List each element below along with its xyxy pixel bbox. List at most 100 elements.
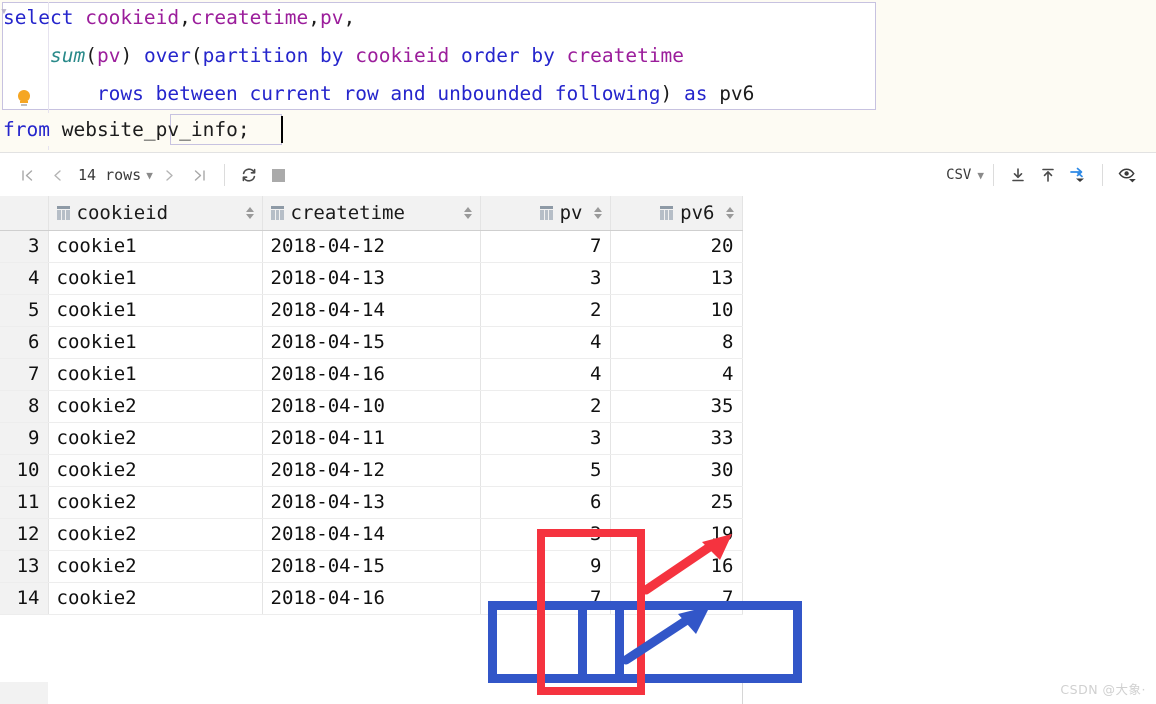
sql-token: , — [343, 6, 356, 29]
row-number-cell[interactable]: 12 — [0, 518, 49, 551]
table-row[interactable]: 9 cookie2 2018-04-11 3 33 — [0, 422, 743, 455]
cell-pv6[interactable]: 13 — [610, 262, 743, 295]
row-number-cell[interactable]: 3 — [0, 230, 49, 263]
row-number-cell[interactable]: 7 — [0, 358, 49, 391]
sort-arrows-icon[interactable] — [245, 206, 254, 219]
table-row[interactable]: 4 cookie1 2018-04-13 3 13 — [0, 262, 743, 295]
cell-createtime[interactable]: 2018-04-12 — [262, 454, 481, 487]
header-cookieid[interactable]: cookieid — [48, 196, 263, 231]
cell-pv[interactable]: 7 — [480, 230, 611, 263]
cell-pv[interactable]: 4 — [480, 358, 611, 391]
download-icon[interactable] — [1003, 160, 1033, 190]
column-icon — [270, 205, 284, 220]
eye-icon[interactable] — [1112, 160, 1142, 190]
cell-createtime[interactable]: 2018-04-14 — [262, 294, 481, 327]
cell-pv6[interactable]: 35 — [610, 390, 743, 423]
table-row[interactable]: 6 cookie1 2018-04-15 4 8 — [0, 326, 743, 359]
cell-cookieid[interactable]: cookie2 — [48, 390, 263, 423]
cell-createtime[interactable]: 2018-04-10 — [262, 390, 481, 423]
sort-arrows-icon[interactable] — [593, 206, 602, 219]
toolbar-divider-1 — [223, 164, 225, 186]
sql-line-3[interactable]: rows between current row and unbounded f… — [3, 84, 755, 104]
row-number-cell[interactable]: 9 — [0, 422, 49, 455]
cell-cookieid[interactable]: cookie2 — [48, 582, 263, 615]
cell-pv[interactable]: 2 — [480, 294, 611, 327]
table-row[interactable]: 7 cookie1 2018-04-16 4 4 — [0, 358, 743, 391]
cell-cookieid[interactable]: cookie2 — [48, 518, 263, 551]
cell-pv6[interactable]: 10 — [610, 294, 743, 327]
sort-arrows-icon[interactable] — [725, 206, 734, 219]
cell-cookieid[interactable]: cookie1 — [48, 326, 263, 359]
transpose-icon[interactable] — [1063, 160, 1093, 190]
cell-pv[interactable]: 2 — [480, 390, 611, 423]
cell-cookieid[interactable]: cookie2 — [48, 422, 263, 455]
cell-createtime[interactable]: 2018-04-15 — [262, 326, 481, 359]
stop-icon[interactable] — [264, 160, 294, 190]
cell-pv6[interactable]: 25 — [610, 486, 743, 519]
cell-pv6[interactable]: 30 — [610, 454, 743, 487]
table-row[interactable]: 10 cookie2 2018-04-12 5 30 — [0, 454, 743, 487]
cell-cookieid[interactable]: cookie2 — [48, 454, 263, 487]
row-number-cell[interactable]: 4 — [0, 262, 49, 295]
cell-createtime[interactable]: 2018-04-16 — [262, 582, 481, 615]
next-page-icon[interactable] — [155, 160, 185, 190]
last-page-icon[interactable] — [185, 160, 215, 190]
row-number-cell[interactable]: 13 — [0, 550, 49, 583]
cell-cookieid[interactable]: cookie1 — [48, 262, 263, 295]
table-row[interactable]: 11 cookie2 2018-04-13 6 25 — [0, 486, 743, 519]
header-createtime[interactable]: createtime — [262, 196, 481, 231]
sql-line-4[interactable]: from website_pv_info; — [3, 120, 250, 140]
cell-pv6[interactable]: 8 — [610, 326, 743, 359]
cell-pv[interactable]: 4 — [480, 326, 611, 359]
row-number-cell[interactable]: 8 — [0, 390, 49, 423]
sql-editor[interactable]: ▾ ▾ select cookieid,createtime,pv, sum(p… — [0, 0, 1156, 152]
cell-createtime[interactable]: 2018-04-15 — [262, 550, 481, 583]
sql-line-2[interactable]: sum(pv) over(partition by cookieid order… — [3, 46, 684, 66]
cell-createtime[interactable]: 2018-04-11 — [262, 422, 481, 455]
table-row[interactable]: 8 cookie2 2018-04-10 2 35 — [0, 390, 743, 423]
cell-pv[interactable]: 5 — [480, 454, 611, 487]
cell-pv6[interactable]: 4 — [610, 358, 743, 391]
cell-createtime[interactable]: 2018-04-13 — [262, 262, 481, 295]
table-row[interactable]: 3 cookie1 2018-04-12 7 20 — [0, 230, 743, 263]
cell-pv[interactable]: 6 — [480, 486, 611, 519]
cell-createtime[interactable]: 2018-04-14 — [262, 518, 481, 551]
cell-cookieid[interactable]: cookie1 — [48, 230, 263, 263]
row-number-cell[interactable]: 5 — [0, 294, 49, 327]
row-number-cell[interactable]: 6 — [0, 326, 49, 359]
row-count-dropdown[interactable]: 14 rows ▼ — [72, 166, 155, 184]
cell-pv[interactable]: 3 — [480, 422, 611, 455]
sql-line-1[interactable]: select cookieid,createtime,pv, — [3, 8, 355, 28]
cell-pv[interactable]: 3 — [480, 262, 611, 295]
cell-pv6[interactable]: 20 — [610, 230, 743, 263]
header-pv[interactable]: pv — [480, 196, 611, 231]
upload-icon[interactable] — [1033, 160, 1063, 190]
header-rownum — [0, 196, 49, 231]
cell-cookieid[interactable]: cookie2 — [48, 486, 263, 519]
row-number-cell[interactable]: 10 — [0, 454, 49, 487]
prev-page-icon[interactable] — [42, 160, 72, 190]
table-row[interactable]: 5 cookie1 2018-04-14 2 10 — [0, 294, 743, 327]
row-number-cell[interactable]: 11 — [0, 486, 49, 519]
cell-cookieid[interactable]: cookie1 — [48, 294, 263, 327]
cell-pv6[interactable]: 33 — [610, 422, 743, 455]
cell-createtime[interactable]: 2018-04-13 — [262, 486, 481, 519]
sql-token: select — [3, 6, 74, 29]
sql-token: over — [143, 44, 191, 67]
sort-arrows-icon[interactable] — [463, 206, 472, 219]
header-label-createtime: createtime — [290, 201, 405, 224]
cell-createtime[interactable]: 2018-04-16 — [262, 358, 481, 391]
first-page-icon[interactable] — [12, 160, 42, 190]
grid-rownum-filler — [0, 682, 49, 704]
cell-cookieid[interactable]: cookie2 — [48, 550, 263, 583]
header-pv6[interactable]: pv6 — [610, 196, 743, 231]
row-number-cell[interactable]: 14 — [0, 582, 49, 615]
export-format-dropdown[interactable]: CSV ▼ — [946, 167, 984, 183]
cell-createtime[interactable]: 2018-04-12 — [262, 230, 481, 263]
cell-cookieid[interactable]: cookie1 — [48, 358, 263, 391]
lightbulb-icon[interactable] — [16, 90, 32, 110]
sql-token: partition by — [202, 44, 344, 67]
grid-empty-area — [742, 196, 1156, 704]
refresh-icon[interactable] — [234, 160, 264, 190]
